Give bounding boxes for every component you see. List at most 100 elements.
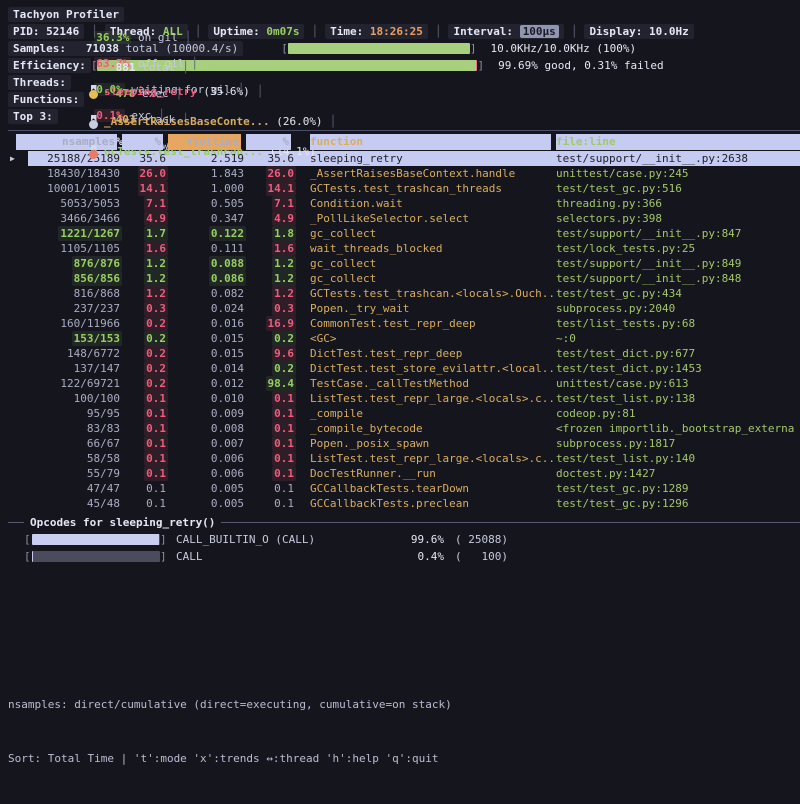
- cell-function: gc_collect: [310, 256, 556, 271]
- table-row[interactable]: ▶ 47/47 0.1 0.005 0.1 GCCallbackTests.te…: [8, 481, 800, 496]
- cell-pct: 0.1: [122, 406, 168, 421]
- table-row[interactable]: ▶ 3466/3466 4.9 0.347 4.9 _PollLikeSelec…: [8, 211, 800, 226]
- cell-pct: 0.1: [122, 496, 168, 511]
- table-row[interactable]: ▶ 25188/25189 35.6 2.519 35.6 sleeping_r…: [8, 151, 800, 166]
- cell-pct: 7.1: [122, 196, 168, 211]
- cell-function: ListTest.test_repr_large.<locals>.c...: [310, 451, 556, 466]
- table-row[interactable]: ▶ 122/69721 0.2 0.012 98.4 TestCase._cal…: [8, 376, 800, 391]
- cell-nsamples: 45/48: [32, 496, 122, 511]
- table-row[interactable]: ▶ 148/6772 0.2 0.015 9.6 DictTest.test_r…: [8, 346, 800, 361]
- cell-tottime: 0.010: [168, 391, 246, 406]
- cell-file-line: test/test_dict.py:1453: [556, 361, 800, 376]
- cell-gap: [296, 481, 310, 496]
- column-header-pct[interactable]: %: [122, 134, 163, 150]
- cell-tottime: 0.007: [168, 436, 246, 451]
- cell-tottime: 0.005: [168, 481, 246, 496]
- cell-cum-pct: 4.9: [246, 211, 296, 226]
- cell-nsamples: 1105/1105: [32, 241, 122, 256]
- column-header-file-line[interactable]: file:line: [556, 134, 800, 150]
- table-row[interactable]: ▶ 816/868 1.2 0.082 1.2 GCTests.test_tra…: [8, 286, 800, 301]
- display-field: Display: 10.0Hz: [584, 24, 693, 39]
- cell-nsamples: 66/67: [32, 436, 122, 451]
- table-row[interactable]: ▶ 100/100 0.1 0.010 0.1 ListTest.test_re…: [8, 391, 800, 406]
- table-row[interactable]: ▶ 160/11966 0.2 0.016 16.9 CommonTest.te…: [8, 316, 800, 331]
- rule-segment: [221, 522, 800, 523]
- cell-gap: [296, 211, 310, 226]
- column-header-function[interactable]: function: [310, 134, 551, 150]
- table-row[interactable]: ▶ 5053/5053 7.1 0.505 7.1 Condition.wait…: [8, 196, 800, 211]
- cell-function: _compile: [310, 406, 556, 421]
- table-row[interactable]: ▶ 45/48 0.1 0.005 0.1 GCCallbackTests.pr…: [8, 496, 800, 511]
- cell-gap: [296, 181, 310, 196]
- cell-cum-pct: 0.1: [246, 466, 296, 481]
- top3-function-name: sleeping_retry: [104, 85, 197, 98]
- opcodes-section-header: Opcodes for sleeping_retry(): [8, 513, 800, 531]
- cell-tottime: 0.006: [168, 451, 246, 466]
- table-row[interactable]: ▶ 55/79 0.1 0.006 0.1 DocTestRunner.__ru…: [8, 466, 800, 481]
- cell-cum-pct: 0.1: [246, 391, 296, 406]
- table-row[interactable]: ▶ 83/83 0.1 0.008 0.1 _compile_bytecode …: [8, 421, 800, 436]
- cell-tottime: 0.024: [168, 301, 246, 316]
- samples-bar-open: [: [281, 42, 288, 55]
- cell-gap: [296, 151, 310, 166]
- cell-function: <GC>: [310, 331, 556, 346]
- cell-nsamples: 100/100: [32, 391, 122, 406]
- cell-nsamples: 816/868: [32, 286, 122, 301]
- table-row[interactable]: ▶ 237/237 0.3 0.024 0.3 Popen._try_wait …: [8, 301, 800, 316]
- cell-pct: 0.2: [122, 361, 168, 376]
- cell-file-line: selectors.py:398: [556, 211, 800, 226]
- cell-function: wait_threads_blocked: [310, 241, 556, 256]
- cell-cum-pct: 0.1: [246, 406, 296, 421]
- cell-cum-pct: 0.1: [246, 481, 296, 496]
- column-header-cum-pct[interactable]: %: [246, 134, 291, 150]
- top3-line: Top 3: sleeping_retry (35.6%)│ _AssertRa…: [8, 108, 800, 125]
- interval-label: Interval:: [453, 25, 513, 38]
- cell-pct: 0.2: [122, 331, 168, 346]
- cell-function: Popen._posix_spawn: [310, 436, 556, 451]
- cell-function: GCTests.test_trashcan.<locals>.Ouch...: [310, 286, 556, 301]
- uptime-value: 0m07s: [266, 25, 299, 38]
- table-row[interactable]: ▶ 137/147 0.2 0.014 0.2 DictTest.test_st…: [8, 361, 800, 376]
- table-row[interactable]: ▶ 153/153 0.2 0.015 0.2 <GC> ~:0: [8, 331, 800, 346]
- table-row[interactable]: ▶ 95/95 0.1 0.009 0.1 _compile codeop.py…: [8, 406, 800, 421]
- cell-nsamples: 160/11966: [32, 316, 122, 331]
- efficiency-bar-close: ]: [477, 59, 484, 72]
- cell-file-line: test/test_gc.py:1296: [556, 496, 800, 511]
- cell-function: TestCase._callTestMethod: [310, 376, 556, 391]
- display-label: Display:: [589, 25, 642, 38]
- table-row[interactable]: ▶ 856/856 1.2 0.086 1.2 gc_collect test/…: [8, 271, 800, 286]
- table-row[interactable]: ▶ 1105/1105 1.6 0.111 1.6 wait_threads_b…: [8, 241, 800, 256]
- top3-label: Top 3:: [8, 109, 58, 124]
- table-row[interactable]: ▶ 10001/10015 14.1 1.000 14.1 GCTests.te…: [8, 181, 800, 196]
- cell-pct: 14.1: [122, 181, 168, 196]
- cell-file-line: threading.py:366: [556, 196, 800, 211]
- cell-nsamples: 5053/5053: [32, 196, 122, 211]
- table-row[interactable]: ▶ 66/67 0.1 0.007 0.1 Popen._posix_spawn…: [8, 436, 800, 451]
- cell-cum-pct: 1.2: [246, 256, 296, 271]
- cell-file-line: test/test_list.py:140: [556, 451, 800, 466]
- cell-cum-pct: 1.8: [246, 226, 296, 241]
- cell-gap: [296, 301, 310, 316]
- cell-tottime: 0.012: [168, 376, 246, 391]
- opcode-count: ( 100): [444, 548, 508, 565]
- table-row[interactable]: ▶ 18430/18430 26.0 1.843 26.0 _AssertRai…: [8, 166, 800, 181]
- cell-gap: [296, 421, 310, 436]
- cell-file-line: test/test_gc.py:516: [556, 181, 800, 196]
- profiler-screen: Tachyon Profiler PID: 52146 │ Thread: AL…: [0, 0, 800, 723]
- column-header-nsamples[interactable]: nsamples: [16, 134, 117, 150]
- divider: │: [323, 115, 344, 128]
- cell-function: Condition.wait: [310, 196, 556, 211]
- cell-cum-pct: 1.2: [246, 271, 296, 286]
- table-row[interactable]: ▶ 58/58 0.1 0.006 0.1 ListTest.test_repr…: [8, 451, 800, 466]
- cell-nsamples: 153/153: [32, 331, 122, 346]
- cell-cum-pct: 0.1: [246, 451, 296, 466]
- cell-nsamples: 18430/18430: [32, 166, 122, 181]
- cell-cum-pct: 0.3: [246, 301, 296, 316]
- column-header-tottime-sorted[interactable]: ▼tottime: [168, 134, 241, 150]
- table-row[interactable]: ▶ 876/876 1.2 0.088 1.2 gc_collect test/…: [8, 256, 800, 271]
- cell-file-line: test/support/__init__.py:2638: [556, 151, 800, 166]
- table-row[interactable]: ▶ 1221/1267 1.7 0.122 1.8 gc_collect tes…: [8, 226, 800, 241]
- opcode-bar-fill: [32, 551, 33, 562]
- footer: nsamples: direct/cumulative (direct=exec…: [8, 660, 452, 804]
- cell-cum-pct: 1.6: [246, 241, 296, 256]
